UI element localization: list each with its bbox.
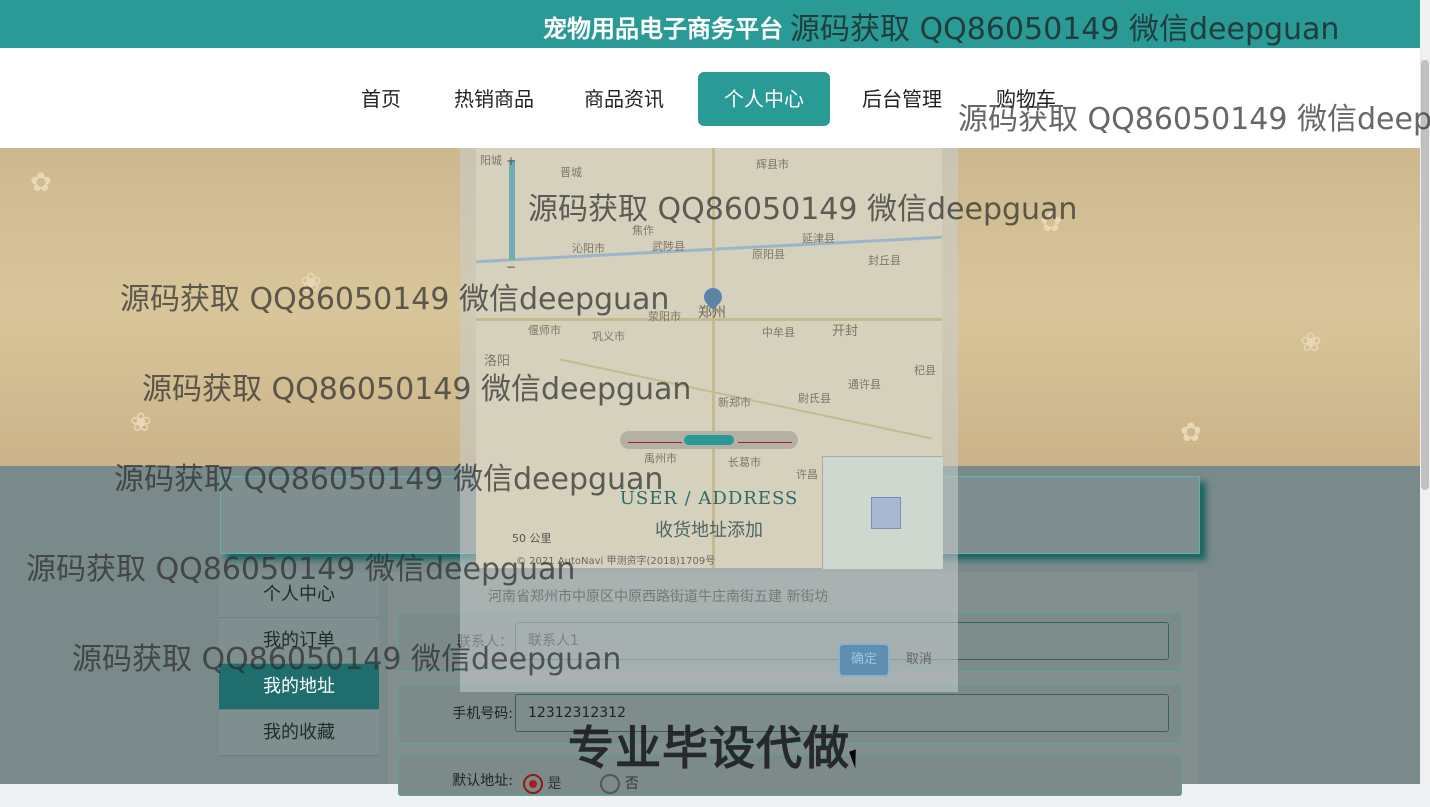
confirm-button[interactable]: 确定: [840, 645, 888, 675]
zoom-slider[interactable]: [509, 160, 515, 260]
city-label: 杞县: [914, 364, 936, 377]
radio-no-label: 否: [624, 776, 639, 792]
indicator-active[interactable]: [684, 435, 734, 445]
city-label: 中牟县: [762, 326, 795, 339]
carousel-indicator: [620, 431, 798, 449]
nav-hot-products[interactable]: 热销商品: [446, 72, 542, 126]
city-label: 长葛市: [728, 456, 761, 469]
city-label: 沁阳市: [572, 242, 605, 255]
city-label: 禹州市: [644, 452, 677, 465]
scrollbar-thumb[interactable]: [1421, 60, 1429, 490]
site-title: 宠物用品电子商务平台: [543, 15, 783, 43]
city-label: 原阳县: [752, 248, 785, 261]
default-address-label: 默认地址:: [452, 773, 513, 789]
flower-decoration: ❀: [130, 408, 152, 438]
nav-product-news[interactable]: 商品资讯: [576, 72, 672, 126]
flower-decoration: ❀: [300, 268, 322, 298]
nav-personal-center[interactable]: 个人中心: [698, 72, 830, 126]
selected-address: 河南省郑州市中原区中原西路街道牛庄南街五建 新街坊: [488, 589, 829, 605]
nav-home[interactable]: 首页: [352, 72, 410, 126]
flower-decoration: ✿: [30, 168, 52, 198]
city-label: 通许县: [848, 378, 881, 391]
city-label: 辉县市: [756, 158, 789, 171]
city-label: 延津县: [802, 232, 835, 245]
indicator-line: [738, 442, 792, 443]
city-label: 巩义市: [592, 330, 625, 343]
city-label: 尉氏县: [798, 392, 831, 405]
city-label: 焦作: [632, 224, 654, 237]
flower-decoration: ❀: [1300, 328, 1322, 358]
cancel-button[interactable]: 取消: [897, 645, 941, 675]
main-nav: 首页 热销商品 商品资讯 个人中心 后台管理 购物车: [0, 48, 1420, 148]
city-label: 洛阳: [484, 354, 511, 369]
section-title-zh: 收货地址添加: [655, 520, 763, 541]
side-item-my-address[interactable]: 我的地址: [219, 664, 379, 710]
city-label: 新郑市: [718, 396, 751, 409]
city-label: 许昌: [796, 468, 818, 481]
radio-yes-label: 是: [547, 776, 562, 792]
overview-minimap[interactable]: [822, 456, 943, 569]
side-item-personal-center[interactable]: 个人中心: [219, 572, 379, 618]
city-label: 荥阳市: [648, 310, 681, 323]
side-menu: 个人中心 我的订单 我的地址 我的收藏: [219, 572, 379, 756]
nav-admin[interactable]: 后台管理: [854, 72, 950, 126]
side-item-my-favorites[interactable]: 我的收藏: [219, 710, 379, 756]
phone-label: 手机号码:: [452, 706, 513, 722]
zoom-out-icon[interactable]: −: [506, 260, 516, 274]
indicator-line: [628, 442, 682, 443]
nav-cart[interactable]: 购物车: [988, 72, 1064, 126]
city-label: 武陟县: [652, 240, 685, 253]
page-scrollbar[interactable]: [1420, 0, 1430, 784]
city-label: 封丘县: [868, 254, 901, 267]
map-copyright: © 2021 AutoNavi 甲测资字(2018)1709号: [516, 556, 716, 567]
city-label: 阳城: [480, 154, 502, 167]
promo-watermark: 专业毕设代做: [568, 721, 850, 775]
side-item-my-orders[interactable]: 我的订单: [219, 618, 379, 664]
city-label: 晋城: [560, 166, 582, 179]
zoom-in-icon[interactable]: +: [506, 154, 516, 168]
flower-decoration: ✿: [1040, 208, 1062, 238]
city-label: 开封: [832, 324, 859, 339]
flower-decoration: ✿: [1180, 418, 1202, 448]
top-header-bar: 宠物用品电子商务平台: [0, 0, 1420, 48]
section-title-en: USER / ADDRESS: [619, 488, 799, 509]
city-label: 偃师市: [528, 324, 561, 337]
radio-yes[interactable]: [523, 774, 543, 794]
